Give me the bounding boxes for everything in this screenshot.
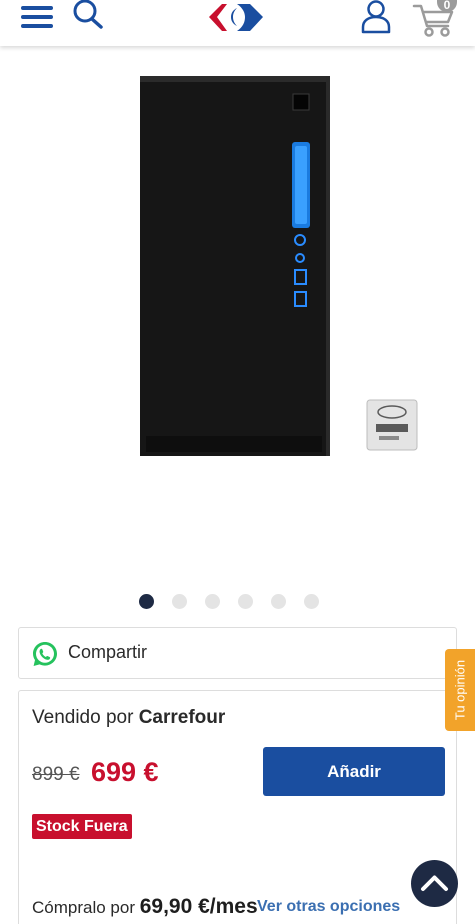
- sold-by-prefix: Vendido por: [32, 707, 134, 728]
- other-options-link[interactable]: Ver otras opciones: [257, 898, 400, 916]
- opinion-tab-label: Tu opinión: [452, 659, 468, 721]
- hamburger-icon[interactable]: [21, 6, 53, 28]
- top-header: 0: [0, 0, 475, 46]
- stock-status-badge: Stock Fuera: [32, 814, 132, 839]
- whatsapp-icon: [33, 642, 57, 666]
- seller-name: Carrefour: [138, 707, 226, 728]
- carousel-dot-6[interactable]: [304, 594, 319, 609]
- carousel-dot-1[interactable]: [139, 594, 154, 609]
- share-label: Compartir: [68, 642, 148, 662]
- carousel-dot-5[interactable]: [271, 594, 286, 609]
- user-icon[interactable]: [358, 0, 394, 34]
- old-price: 899 €: [32, 764, 80, 785]
- carousel-dots: [139, 594, 319, 609]
- opinion-tab[interactable]: Tu opinión: [445, 649, 475, 731]
- carousel-dot-3[interactable]: [205, 594, 220, 609]
- carrefour-logo[interactable]: [206, 0, 268, 36]
- monthly-price: 69,90 €/mes: [139, 895, 258, 918]
- product-image[interactable]: [36, 62, 444, 470]
- current-price: 699 €: [91, 757, 159, 787]
- search-icon[interactable]: [72, 0, 104, 30]
- share-button[interactable]: Compartir: [18, 627, 457, 679]
- sold-by-text: Vendido por Carrefour: [32, 707, 225, 729]
- chevron-up-icon: [421, 875, 448, 891]
- add-to-cart-button[interactable]: Añadir: [263, 747, 445, 796]
- financing-text: Cómpralo por 69,90 €/mes: [32, 895, 258, 919]
- scroll-to-top-button[interactable]: [411, 860, 458, 907]
- offer-card: Vendido por Carrefour 899 € 699 € Añadir…: [18, 690, 457, 924]
- carousel-dot-4[interactable]: [238, 594, 253, 609]
- carousel-dot-2[interactable]: [172, 594, 187, 609]
- financing-prefix: Cómpralo por: [32, 898, 135, 917]
